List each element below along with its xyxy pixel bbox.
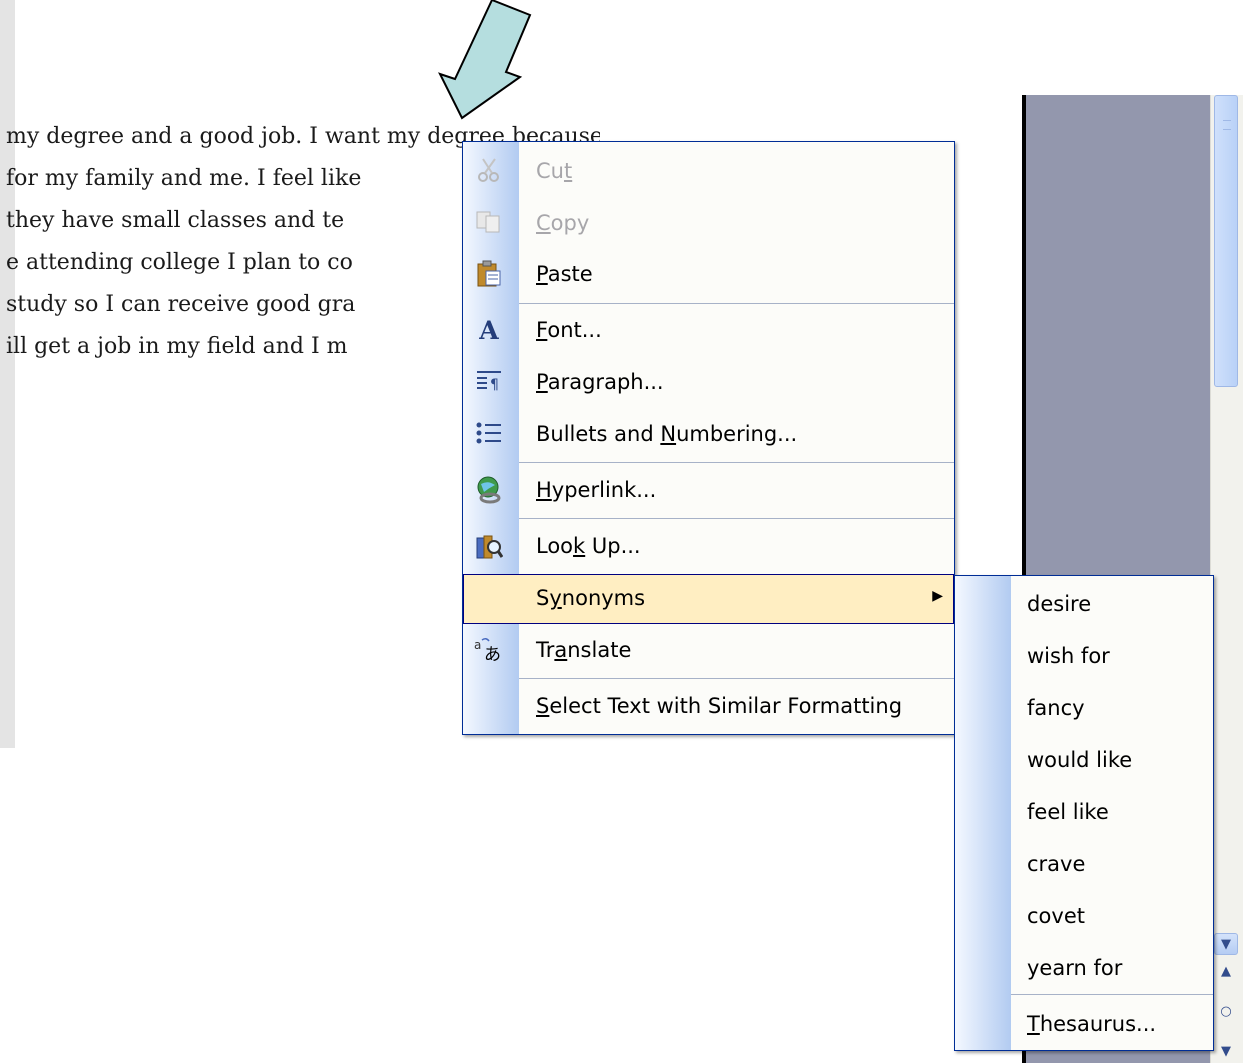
menu-item-paragraph[interactable]: ¶ Paragraph... [463, 358, 954, 408]
paragraph-icon: ¶ [469, 368, 509, 398]
circle-icon: ○ [1220, 1004, 1232, 1019]
svg-text:あ: あ [484, 645, 501, 662]
menu-item-label: Copy [536, 211, 590, 235]
menu-separator [519, 678, 954, 679]
synonyms-submenu[interactable]: desire wish for fancy would like feel li… [954, 575, 1214, 1051]
document-line[interactable]: study so I can receive good gra [6, 292, 355, 317]
menu-item-label: Paste [536, 262, 593, 286]
scrollbar-thumb[interactable] [1214, 95, 1238, 387]
browse-object-button[interactable]: ○ [1214, 1001, 1238, 1023]
arrow-shape [438, 0, 532, 120]
synonym-label: yearn for [1027, 956, 1123, 980]
next-page-button[interactable]: ▼ [1214, 1041, 1238, 1063]
synonym-item[interactable]: covet [955, 892, 1213, 942]
context-menu[interactable]: Cut Copy Paste A Font... ¶ Paragraph... … [462, 141, 955, 735]
menu-item-label: Select Text with Similar Formatting [536, 694, 903, 718]
svg-text:¶: ¶ [490, 377, 499, 392]
document-line[interactable]: e attending college I plan to co [6, 250, 353, 275]
menu-item-label: Hyperlink... [536, 478, 657, 502]
pointer-arrow-icon [438, 0, 532, 120]
document-line[interactable]: they have small classes and te [6, 208, 344, 233]
menu-item-cut[interactable]: Cut [463, 147, 954, 197]
research-icon [469, 532, 509, 562]
svg-text:a: a [474, 638, 481, 652]
menu-item-label: Font... [536, 318, 602, 342]
synonym-label: crave [1027, 852, 1086, 876]
menu-item-look-up[interactable]: Look Up... [463, 522, 954, 572]
menu-item-label: Bullets and Numbering... [536, 422, 798, 446]
menu-item-synonyms[interactable]: Synonyms ▶ [463, 574, 954, 624]
synonym-label: would like [1027, 748, 1133, 772]
menu-item-label: Synonyms [536, 586, 646, 610]
synonym-label: wish for [1027, 644, 1110, 668]
clipboard-icon [469, 260, 509, 290]
synonym-label: feel like [1027, 800, 1109, 824]
synonym-label: fancy [1027, 696, 1085, 720]
document-line[interactable]: for my family and me. I feel like [6, 166, 361, 191]
synonym-item[interactable]: feel like [955, 788, 1213, 838]
synonym-item[interactable]: crave [955, 840, 1213, 890]
document-line[interactable]: ill get a job in my field and I m [6, 334, 347, 359]
font-icon: A [479, 316, 499, 345]
copy-icon [469, 209, 509, 239]
grip-icon [1223, 120, 1231, 130]
menu-item-bullets-numbering[interactable]: Bullets and Numbering... [463, 410, 954, 460]
synonym-item[interactable]: fancy [955, 684, 1213, 734]
synonym-item[interactable]: desire [955, 580, 1213, 630]
bullets-icon [469, 420, 509, 450]
menu-item-label: Look Up... [536, 534, 641, 558]
synonym-item[interactable]: wish for [955, 632, 1213, 682]
menu-item-copy[interactable]: Copy [463, 199, 954, 249]
menu-item-label: Translate [536, 638, 632, 662]
submenu-arrow-icon: ▶ [932, 588, 943, 604]
menu-item-translate[interactable]: aあ Translate [463, 626, 954, 676]
menu-item-label: Cut [536, 159, 573, 183]
translate-icon: aあ [469, 636, 509, 666]
menu-separator [519, 518, 954, 519]
double-down-icon: ▼ [1221, 1044, 1231, 1059]
thesaurus-item[interactable]: Thesaurus... [955, 1000, 1213, 1050]
thesaurus-label: Thesaurus... [1027, 1012, 1157, 1036]
menu-item-paste[interactable]: Paste [463, 250, 954, 300]
synonym-label: desire [1027, 592, 1092, 616]
chevron-down-icon: ▼ [1221, 937, 1231, 952]
menu-separator [519, 303, 954, 304]
synonym-item[interactable]: yearn for [955, 944, 1213, 994]
synonym-label: covet [1027, 904, 1085, 928]
scroll-down-button[interactable]: ▼ [1214, 933, 1238, 955]
vertical-scrollbar[interactable]: ▼ ▲ ○ ▼ [1210, 95, 1243, 1063]
scissors-icon [469, 157, 509, 187]
double-up-icon: ▲ [1221, 964, 1231, 979]
previous-page-button[interactable]: ▲ [1214, 961, 1238, 983]
menu-item-hyperlink[interactable]: Hyperlink... [463, 466, 954, 516]
synonym-item[interactable]: would like [955, 736, 1213, 786]
menu-item-select-similar-formatting[interactable]: Select Text with Similar Formatting [463, 682, 954, 732]
menu-item-font[interactable]: A Font... [463, 306, 954, 356]
menu-separator [519, 462, 954, 463]
globe-link-icon [469, 476, 509, 506]
menu-item-label: Paragraph... [536, 370, 664, 394]
menu-separator [1011, 994, 1213, 995]
